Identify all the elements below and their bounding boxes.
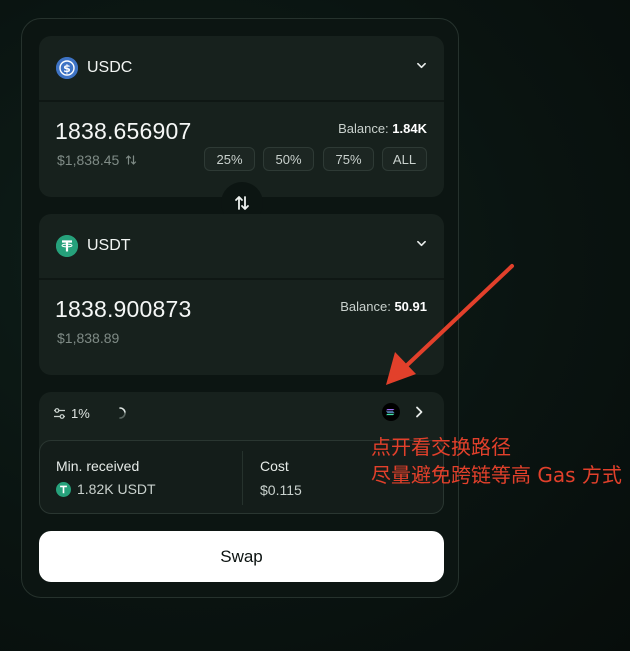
from-balance-value: 1.84K <box>392 121 427 136</box>
swap-direction-icon <box>235 196 249 210</box>
settings-sliders-icon <box>54 408 65 419</box>
from-amount-input[interactable]: 1838.656907 <box>55 118 192 145</box>
chevron-down-icon <box>417 62 426 69</box>
view-route-button[interactable] <box>382 403 432 423</box>
to-amount-value: 1838.900873 <box>55 296 192 322</box>
min-received-label: Min. received <box>56 458 140 474</box>
to-token-selector[interactable]: USDT <box>39 214 444 280</box>
to-balance: Balance: 50.91 <box>340 299 427 314</box>
from-token-selector[interactable]: $ USDC <box>39 36 444 102</box>
slippage-settings-button[interactable]: 1% <box>53 406 90 421</box>
to-balance-label: Balance: <box>340 299 391 314</box>
slippage-value: 1% <box>71 406 90 421</box>
to-token-symbol: USDT <box>87 237 131 254</box>
from-balance-label: Balance: <box>338 121 389 136</box>
annotation-line-2: 尽量避免跨链等高 Gas 方式 <box>371 463 622 487</box>
percent-50-button[interactable]: 50% <box>263 147 314 171</box>
percent-75-button[interactable]: 75% <box>323 147 374 171</box>
min-received-amount: 1.82K USDT <box>77 481 156 497</box>
from-balance: Balance: 1.84K <box>338 121 427 136</box>
chevron-down-icon <box>417 240 426 247</box>
percent-all-button[interactable]: ALL <box>382 147 427 171</box>
from-token-symbol: USDC <box>87 59 133 76</box>
from-usd-text: $1,838.45 <box>57 152 120 168</box>
to-token-panel: USDT 1838.900873 $1,838.89 Balance: 50.9… <box>39 214 444 375</box>
chevron-right-icon <box>416 406 423 418</box>
usdc-icon: $ <box>56 57 78 79</box>
usdt-icon <box>56 235 78 257</box>
details-divider <box>242 451 243 505</box>
from-token-panel: $ USDC 1838.656907 $1,838.45 Balance: 1.… <box>39 36 444 197</box>
to-balance-value: 50.91 <box>394 299 427 314</box>
solana-icon <box>382 403 400 421</box>
usdt-icon <box>56 481 71 497</box>
cost-value: $0.115 <box>260 482 302 498</box>
annotation-line-1: 点开看交换路径 <box>371 435 511 459</box>
cost-label: Cost <box>260 458 289 474</box>
loading-spinner-icon <box>119 407 126 419</box>
from-usd-value: $1,838.45 <box>57 152 137 168</box>
svg-text:$: $ <box>63 62 71 75</box>
swap-card: $ USDC 1838.656907 $1,838.45 Balance: 1.… <box>21 18 459 598</box>
toggle-currency-icon[interactable] <box>125 154 137 166</box>
swap-button[interactable]: Swap <box>39 531 444 582</box>
min-received-value: 1.82K USDT <box>56 481 156 497</box>
to-usd-value: $1,838.89 <box>57 330 120 346</box>
percent-25-button[interactable]: 25% <box>204 147 255 171</box>
